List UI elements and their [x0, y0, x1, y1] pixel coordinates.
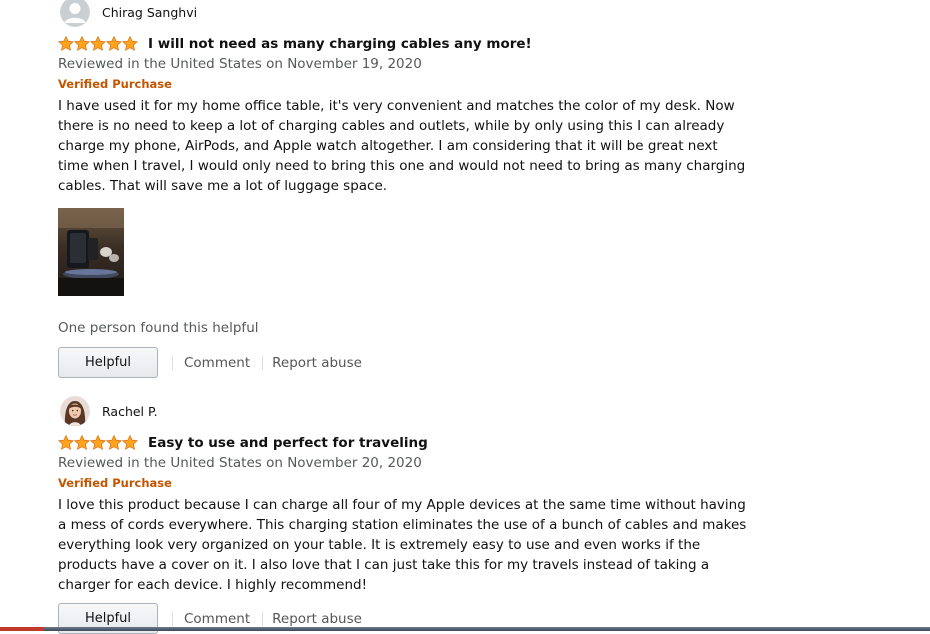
divider [262, 355, 264, 370]
divider [172, 611, 173, 626]
divider [172, 355, 173, 370]
default-user-icon [60, 0, 90, 27]
user-photo [60, 396, 90, 426]
star-icon [106, 35, 122, 51]
star-icon [58, 35, 74, 51]
report-abuse-link[interactable]: Report abuse [272, 611, 362, 627]
star-icon [122, 35, 138, 51]
comment-link[interactable]: Comment [184, 611, 250, 627]
reviewer-profile[interactable]: Rachel P. [58, 396, 758, 426]
star-icon [122, 434, 138, 450]
taskbar-accent [0, 627, 44, 631]
star-icon [58, 434, 74, 450]
review-title[interactable]: I will not need as many charging cables … [148, 36, 532, 52]
star-icon [90, 434, 106, 450]
star-icon [74, 434, 90, 450]
verified-purchase-badge: Verified Purchase [58, 476, 172, 490]
review-body: I have used it for my home office table,… [58, 98, 746, 194]
reviewer-name: Rachel P. [102, 403, 158, 419]
helpful-count: One person found this helpful [58, 320, 259, 336]
reviewer-name: Chirag Sanghvi [102, 4, 198, 20]
star-icon [106, 434, 122, 450]
divider [262, 611, 264, 626]
review-date: Reviewed in the United States on Novembe… [58, 455, 422, 471]
star-icon [74, 35, 90, 51]
verified-purchase-badge: Verified Purchase [58, 77, 172, 91]
review-image[interactable] [58, 208, 124, 296]
review-title[interactable]: Easy to use and perfect for traveling [148, 435, 428, 451]
review-card: Chirag Sanghvi I will not need as many c… [58, 0, 758, 378]
review-body: I love this product because I can charge… [58, 497, 747, 593]
report-abuse-link[interactable]: Report abuse [272, 355, 362, 371]
reviewer-profile[interactable]: Chirag Sanghvi [58, 0, 758, 27]
comment-link[interactable]: Comment [184, 355, 250, 371]
taskbar-edge [0, 627, 930, 631]
helpful-button[interactable]: Helpful [58, 347, 158, 378]
review-date: Reviewed in the United States on Novembe… [58, 56, 422, 72]
star-icon [90, 35, 106, 51]
review-card: Rachel P. Easy to use and perfect for tr… [58, 396, 758, 634]
star-rating[interactable] [58, 35, 138, 51]
star-rating[interactable] [58, 434, 138, 450]
